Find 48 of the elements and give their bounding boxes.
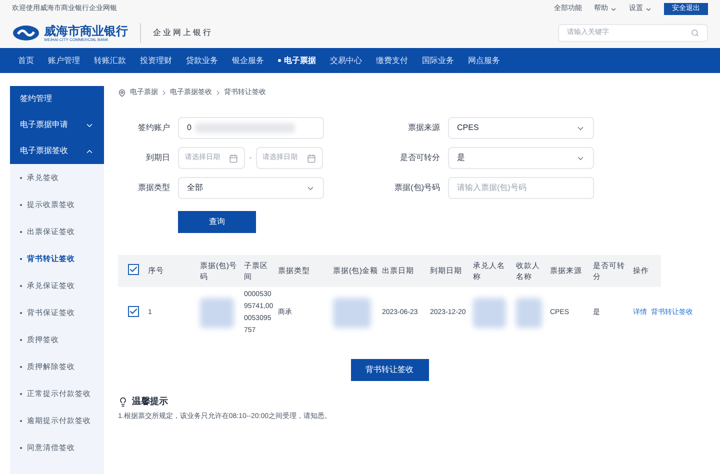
- nav-tab[interactable]: 转账汇款: [94, 54, 126, 66]
- nav-tab[interactable]: 贷款业务: [186, 54, 218, 66]
- product-name: 企业网上银行: [153, 27, 213, 39]
- blurred-text: [473, 298, 506, 328]
- nav-tab[interactable]: 交易中心: [330, 54, 362, 66]
- nav-tab[interactable]: 账户管理: [48, 54, 80, 66]
- location-icon: [118, 89, 126, 97]
- checkbox[interactable]: [128, 306, 139, 317]
- select-field[interactable]: 是: [448, 147, 594, 169]
- calendar-icon: [306, 154, 316, 162]
- chevron-down-icon: [645, 6, 652, 12]
- lightbulb-icon: [118, 396, 128, 407]
- select-field[interactable]: CPES: [448, 117, 594, 139]
- chevron-right-icon: [216, 90, 220, 96]
- field-label: 票据来源: [407, 122, 441, 134]
- nav-tab[interactable]: 首页: [18, 54, 34, 66]
- field-label: 票据类型: [137, 182, 171, 194]
- sidebar-item[interactable]: 电子票据申请: [10, 112, 104, 138]
- chevron-down-icon: [610, 6, 617, 12]
- field-label: 签约账户: [137, 122, 171, 134]
- bank-name: 威海市商业银行: [44, 24, 128, 36]
- nav-tab[interactable]: 投资理财: [140, 54, 172, 66]
- field-label: 到期日: [145, 152, 171, 164]
- blurred-text: [200, 298, 234, 328]
- nav-tab[interactable]: 网点服务: [468, 54, 500, 66]
- checkbox[interactable]: [128, 264, 139, 276]
- bank-logo-icon: [12, 25, 40, 41]
- nav-tab[interactable]: 银企服务: [232, 54, 264, 66]
- sidebar-item[interactable]: 电子票据签收: [10, 138, 104, 164]
- select-field[interactable]: 全部: [178, 177, 324, 199]
- tips-title: 温馨提示: [132, 395, 168, 408]
- calendar-icon: [229, 154, 238, 162]
- nav-tab[interactable]: 国际业务: [422, 54, 454, 66]
- field-label: 票据(包)号码: [394, 182, 441, 194]
- nav-tab[interactable]: 电子票据: [278, 54, 316, 66]
- input-field[interactable]: 0: [178, 117, 324, 139]
- endorse-button[interactable]: 背书转让签收: [350, 359, 428, 381]
- blurred-text: [333, 298, 372, 328]
- check-icon: [129, 306, 138, 316]
- chevron-right-icon: [162, 90, 166, 96]
- search-icon: [691, 29, 699, 37]
- nav-tab[interactable]: 缴费支付: [376, 54, 408, 66]
- query-button[interactable]: 查询: [178, 211, 256, 233]
- range-separator: -: [249, 152, 252, 164]
- check-icon: [129, 265, 138, 274]
- blurred-text: [516, 298, 542, 328]
- field-label: 是否可转分: [399, 152, 441, 164]
- sidebar-item[interactable]: 签约管理: [10, 86, 104, 112]
